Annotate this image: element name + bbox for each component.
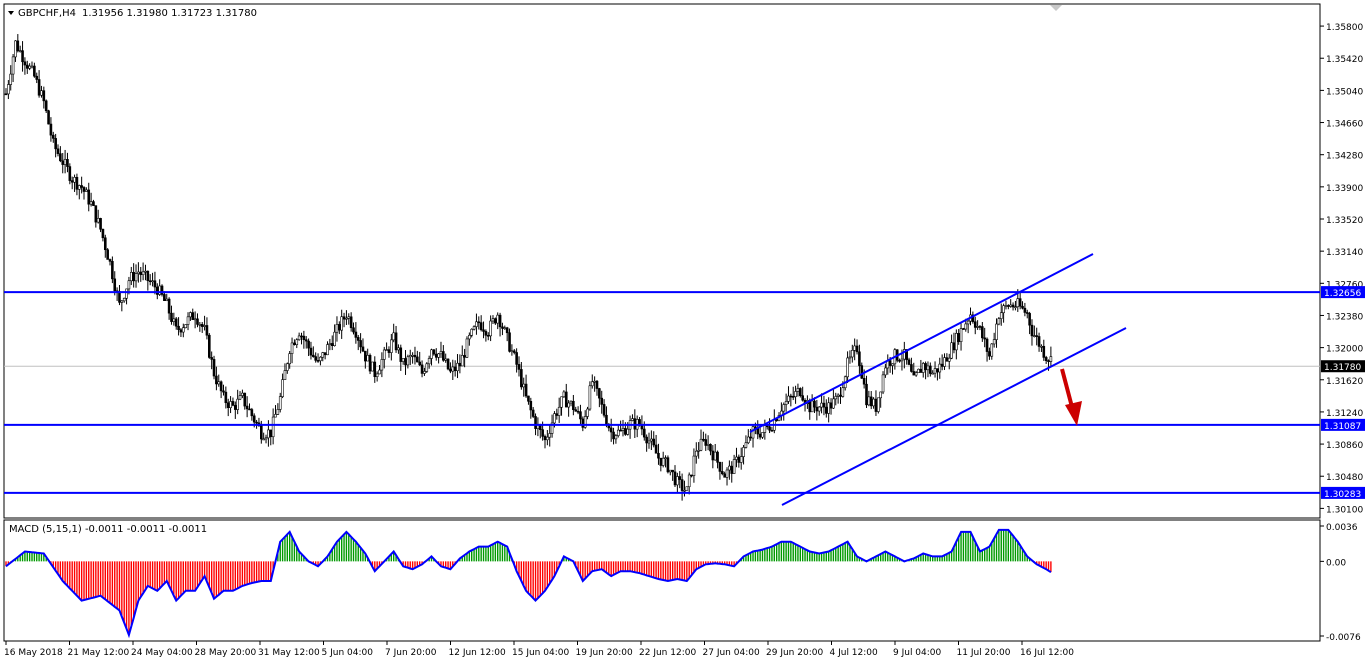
time-tick-label: 5 Jun 04:00 <box>322 648 374 658</box>
price-tick-label: 1.31240 <box>1326 409 1363 419</box>
time-tick-label: 28 May 20:00 <box>195 648 257 658</box>
candle <box>877 397 880 414</box>
candle <box>106 248 109 260</box>
candle <box>465 336 469 358</box>
price-tick-label: 1.35420 <box>1326 55 1363 65</box>
time-tick-label: 9 Jul 04:00 <box>893 648 942 658</box>
price-panel[interactable] <box>3 3 1321 519</box>
price-tick-label: 1.34660 <box>1326 120 1363 130</box>
candle <box>881 371 885 395</box>
candle <box>368 353 372 375</box>
price-tick-label: 1.34280 <box>1326 152 1363 162</box>
candle <box>44 99 48 114</box>
price-tick-label: 1.32380 <box>1326 312 1363 322</box>
macd-tick-label: 0.0036 <box>1326 523 1358 533</box>
time-tick-label: 11 Jul 20:00 <box>957 648 1011 658</box>
current-price-label: 1.31780 <box>1324 363 1361 373</box>
macd-tick-label: 0.00 <box>1326 558 1346 568</box>
candle <box>184 324 187 329</box>
price-tick-label: 1.35040 <box>1326 87 1363 97</box>
macd-label: MACD (5,15,1) -0.0011 -0.0011 -0.0011 <box>9 524 207 535</box>
macd-tick-label: -0.0076 <box>1326 633 1361 643</box>
price-tick-label: 1.30860 <box>1326 441 1363 451</box>
candle <box>446 358 450 371</box>
time-axis: 16 May 2018 21 May 12:00 24 May 04:00 28 Ma… <box>4 641 1074 658</box>
price-axis: 1.35800 1.35420 1.35040 1.34660 1.34280 1.339… <box>1320 23 1363 515</box>
time-tick-label: 24 May 04:00 <box>131 648 193 658</box>
price-tick-label: 1.33140 <box>1326 248 1363 258</box>
time-tick-label: 7 Jun 20:00 <box>385 648 437 658</box>
price-tick-label: 1.31620 <box>1326 377 1363 387</box>
price-tick-label: 1.33900 <box>1326 184 1363 194</box>
time-tick-label: 29 Jun 20:00 <box>766 648 823 658</box>
level-price-label: 1.31087 <box>1324 422 1361 432</box>
time-tick-label: 4 Jul 12:00 <box>830 648 879 658</box>
price-tick-label: 1.32000 <box>1326 345 1363 355</box>
candle <box>160 284 164 297</box>
price-tick-label: 1.35800 <box>1326 23 1363 33</box>
time-tick-label: 27 Jun 04:00 <box>703 648 760 658</box>
candle <box>47 109 50 125</box>
candle <box>588 381 592 411</box>
level-price-label: 1.30283 <box>1324 490 1361 500</box>
price-tick-label: 1.33520 <box>1326 216 1363 226</box>
level-price-label: 1.32656 <box>1324 289 1361 299</box>
trading-chart[interactable]: 1.35800 1.35420 1.35040 1.34660 1.34280 1.339… <box>0 0 1366 665</box>
candle <box>371 361 374 372</box>
time-tick-label: 31 May 12:00 <box>258 648 320 658</box>
symbol-label: GBPCHF,H4 <box>18 8 76 19</box>
price-tick-label: 1.30100 <box>1326 505 1363 515</box>
time-tick-label: 15 Jun 04:00 <box>512 648 569 658</box>
time-tick-label: 21 May 12:00 <box>68 648 130 658</box>
candle <box>685 486 689 491</box>
ohlc-label: 1.31956 1.31980 1.31723 1.31780 <box>82 8 257 19</box>
time-tick-label: 22 Jun 12:00 <box>639 648 696 658</box>
time-tick-label: 16 Jul 12:00 <box>1020 648 1074 658</box>
macd-axis: 0.0036 0.00 -0.0076 <box>1320 523 1361 643</box>
candle <box>917 368 920 374</box>
candle <box>666 455 670 474</box>
price-tick-label: 1.30480 <box>1326 473 1363 483</box>
time-tick-label: 16 May 2018 <box>4 648 63 658</box>
time-tick-label: 19 Jun 20:00 <box>576 648 633 658</box>
candle <box>425 362 429 373</box>
candle <box>208 333 211 359</box>
candle <box>212 355 216 380</box>
time-tick-label: 12 Jun 12:00 <box>449 648 506 658</box>
